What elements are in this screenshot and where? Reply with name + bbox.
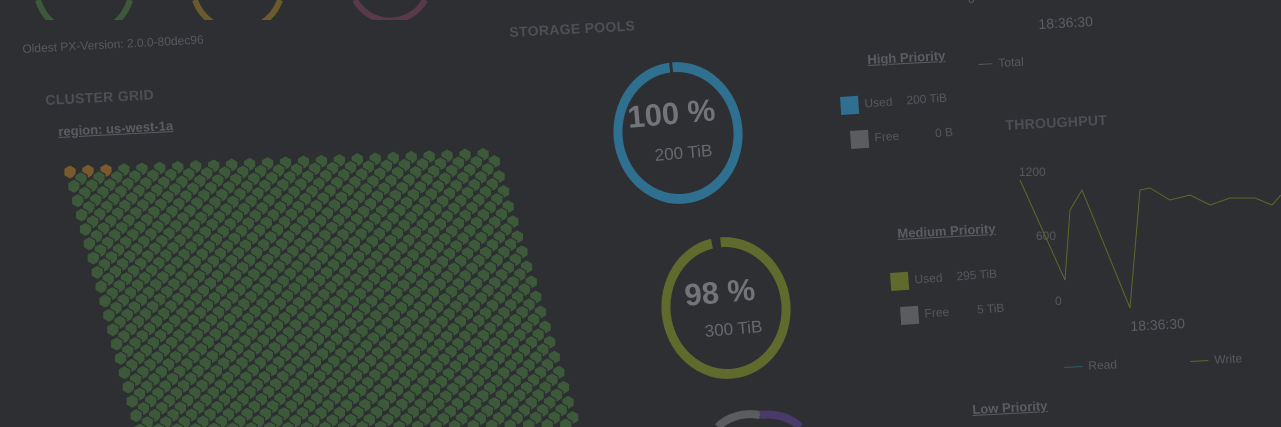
total-legend-line <box>978 63 993 66</box>
total-legend-label: Total <box>997 54 1025 70</box>
pool-2-percent: 98 % <box>683 271 757 313</box>
high-used-legend: Used 200 TiB <box>840 90 948 115</box>
high-used-swatch <box>840 95 860 115</box>
write-line <box>1019 179 1281 309</box>
total-legend: Total <box>978 55 1024 71</box>
high-free-label: Free <box>874 128 900 145</box>
high-used-value: 200 TiB <box>905 90 948 108</box>
dashboard: Oldest PX-Version: 2.0.0-80dec96 CLUSTER… <box>0 0 1281 427</box>
top-chart-time: 18:36:30 <box>1038 13 1094 32</box>
read-legend-label: Read <box>1087 357 1118 373</box>
write-legend-line <box>1190 360 1209 363</box>
high-free-swatch <box>850 129 870 149</box>
medium-used-value: 295 TiB <box>955 266 998 284</box>
cluster-hex-grid <box>63 146 580 427</box>
top-chart-tick: 0 <box>968 0 975 6</box>
write-legend-label: Write <box>1213 351 1243 367</box>
medium-free-legend: Free 5 TiB <box>900 300 1005 325</box>
medium-priority-title[interactable]: Medium Priority <box>897 221 996 241</box>
write-legend: Write <box>1190 351 1242 368</box>
cluster-node[interactable] <box>129 407 143 424</box>
throughput-chart <box>1019 179 1281 309</box>
high-used-label: Used <box>864 94 893 111</box>
medium-free-value: 5 TiB <box>976 300 1005 317</box>
read-legend: Read <box>1064 357 1117 374</box>
low-priority-title[interactable]: Low Priority <box>972 398 1048 417</box>
high-free-legend: Free 0 B <box>850 124 954 149</box>
medium-used-legend: Used 295 TiB <box>890 266 998 291</box>
pool-donut-1 <box>613 60 743 204</box>
medium-free-label: Free <box>924 304 950 321</box>
high-priority-title[interactable]: High Priority <box>867 48 946 67</box>
pool-1-percent: 100 % <box>626 92 717 135</box>
medium-used-label: Used <box>914 270 943 287</box>
pool-donut-2 <box>661 235 791 379</box>
medium-used-swatch <box>890 271 910 291</box>
pool-donut-3 <box>715 410 803 427</box>
high-free-value: 0 B <box>934 125 954 141</box>
medium-free-swatch <box>900 305 920 325</box>
throughput-title: THROUGHPUT <box>1005 111 1108 133</box>
read-legend-line <box>1064 366 1083 369</box>
